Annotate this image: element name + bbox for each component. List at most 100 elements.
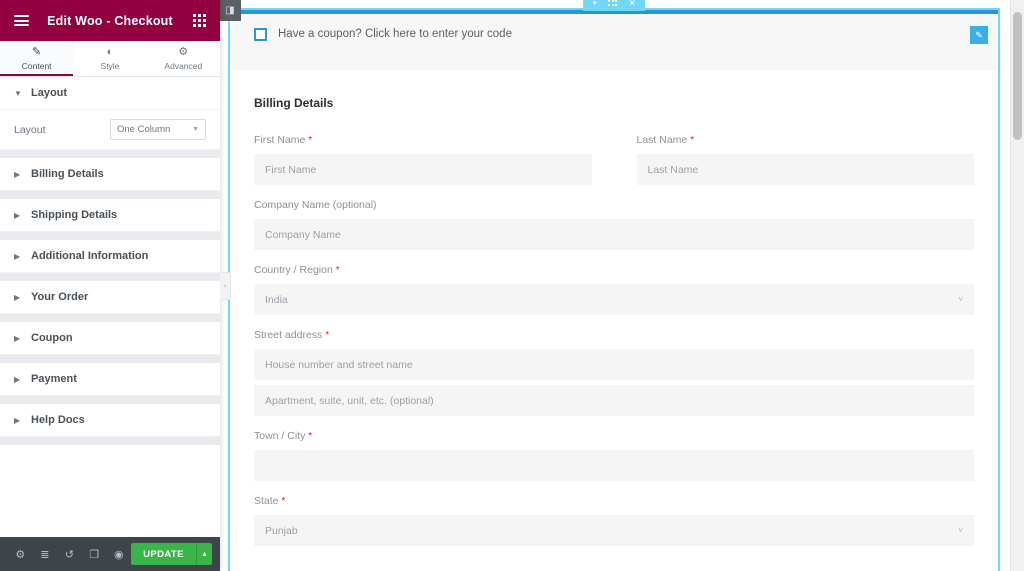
field-label-text: Country / Region bbox=[254, 264, 333, 276]
page-title: Billing Details bbox=[254, 96, 334, 110]
chevron-down-icon: ˅ bbox=[958, 526, 963, 535]
company-name-input[interactable]: Company Name bbox=[254, 219, 974, 250]
section-divider bbox=[0, 150, 220, 158]
town-city-input[interactable] bbox=[254, 450, 974, 481]
sidebar-item-billing-details[interactable]: ▶ Billing Details bbox=[0, 158, 220, 191]
sidebar-item-label: Shipping Details bbox=[31, 209, 118, 221]
settings-gear-icon[interactable]: ⚙ bbox=[8, 537, 33, 571]
country-region-select[interactable]: India ˅ bbox=[254, 284, 974, 315]
last-name-input[interactable]: Last Name bbox=[636, 154, 974, 185]
coupon-link[interactable]: Have a coupon? Click here to enter your … bbox=[278, 28, 512, 41]
panel-tabs: ✎ Content ◐ Style ⚙ Advanced bbox=[0, 41, 220, 77]
update-options-caret-icon[interactable]: ▲ bbox=[195, 543, 212, 565]
required-asterisk: * bbox=[335, 265, 340, 276]
required-asterisk: * bbox=[690, 135, 695, 146]
required-asterisk: * bbox=[308, 431, 313, 442]
section-divider bbox=[0, 273, 220, 281]
required-asterisk: * bbox=[281, 496, 286, 507]
apps-grid-button[interactable] bbox=[190, 12, 208, 30]
canvas-scrollbar[interactable] bbox=[1010, 0, 1024, 571]
field-town-city: Town / City * bbox=[254, 430, 974, 481]
panel-body: ▼ Layout Layout One Column ▼ ▶ Billing D… bbox=[0, 77, 220, 537]
chevron-down-icon: ˅ bbox=[958, 295, 963, 304]
section-divider bbox=[0, 355, 220, 363]
edit-widget-button[interactable]: ✎ bbox=[970, 26, 988, 44]
accordion-layout-label: Layout bbox=[31, 87, 68, 99]
sidebar-item-label: Your Order bbox=[31, 291, 89, 303]
sidebar-item-label: Help Docs bbox=[31, 414, 85, 426]
sidebar-item-coupon[interactable]: ▶ Coupon bbox=[0, 322, 220, 355]
sidebar-item-additional-information[interactable]: ▶ Additional Information bbox=[0, 240, 220, 273]
chevron-right-icon: ▶ bbox=[14, 415, 21, 425]
tab-style[interactable]: ◐ Style bbox=[73, 41, 146, 76]
chevron-down-icon: ▼ bbox=[14, 88, 22, 98]
chevron-right-icon: ▶ bbox=[14, 251, 21, 261]
sidebar-item-label: Additional Information bbox=[31, 250, 149, 262]
tab-content[interactable]: ✎ Content bbox=[0, 41, 74, 76]
field-label-text: Street address bbox=[254, 329, 323, 341]
accordion-layout[interactable]: ▼ Layout bbox=[0, 77, 220, 110]
hamburger-menu-icon[interactable] bbox=[12, 12, 30, 30]
responsive-mode-icon[interactable]: ❐ bbox=[82, 537, 107, 571]
field-label: Town / City * bbox=[254, 430, 974, 442]
history-icon[interactable]: ↺ bbox=[57, 537, 82, 571]
canvas-inner: ◨ + ✕ ✎ Have a coupon? Click here to ent… bbox=[220, 0, 1010, 571]
selected-section-frame[interactable]: ◨ + ✕ ✎ Have a coupon? Click here to ent… bbox=[220, 0, 1000, 571]
section-divider bbox=[0, 232, 220, 240]
field-label: Last Name * bbox=[637, 134, 975, 146]
preview-canvas: ◨ + ✕ ✎ Have a coupon? Click here to ent… bbox=[220, 0, 1024, 571]
contrast-icon: ◐ bbox=[106, 45, 114, 58]
drag-handle-icon[interactable] bbox=[608, 0, 618, 6]
section-divider bbox=[0, 396, 220, 404]
control-layout: Layout One Column ▼ bbox=[0, 110, 220, 150]
scrollbar-thumb[interactable] bbox=[1013, 12, 1022, 140]
chevron-right-icon: ▶ bbox=[14, 210, 21, 220]
street-address-line2-input[interactable]: Apartment, suite, unit, etc. (optional) bbox=[254, 385, 974, 416]
section-columns-icon[interactable]: ◨ bbox=[220, 0, 241, 21]
required-asterisk: * bbox=[308, 135, 313, 146]
field-label-text: State bbox=[254, 495, 279, 507]
required-asterisk: * bbox=[325, 330, 330, 341]
sidebar-item-payment[interactable]: ▶ Payment bbox=[0, 363, 220, 396]
chevron-right-icon: ▶ bbox=[14, 292, 21, 302]
state-select[interactable]: Punjab ˅ bbox=[254, 515, 974, 546]
sidebar-item-help-docs[interactable]: ▶ Help Docs bbox=[0, 404, 220, 437]
hamburger-icon bbox=[13, 13, 29, 29]
field-street-address: Street address * House number and street… bbox=[254, 329, 974, 416]
street-address-line1-input[interactable]: House number and street name bbox=[254, 349, 974, 380]
update-button[interactable]: UPDATE bbox=[131, 543, 196, 565]
field-label: Country / Region * bbox=[254, 264, 974, 276]
panel-header: Edit Woo - Checkout bbox=[0, 0, 220, 41]
pencil-icon: ✎ bbox=[32, 45, 42, 58]
chevron-right-icon: ▶ bbox=[14, 374, 21, 384]
preview-eye-icon[interactable]: ◉ bbox=[106, 537, 131, 571]
chevron-right-icon: ▶ bbox=[14, 333, 21, 343]
field-label: Street address * bbox=[254, 329, 974, 341]
panel-collapse-handle[interactable]: ‹ bbox=[220, 272, 231, 300]
editor-panel: Edit Woo - Checkout ✎ Content ◐ Style ⚙ … bbox=[0, 0, 220, 571]
close-icon[interactable]: ✕ bbox=[628, 0, 636, 8]
coupon-checkbox[interactable] bbox=[254, 28, 267, 41]
coupon-notice: Have a coupon? Click here to enter your … bbox=[232, 14, 996, 70]
first-name-input[interactable]: First Name bbox=[254, 154, 592, 185]
sidebar-item-label: Payment bbox=[31, 373, 77, 385]
sidebar-item-shipping-details[interactable]: ▶ Shipping Details bbox=[0, 199, 220, 232]
control-layout-label: Layout bbox=[14, 123, 46, 136]
grid-icon bbox=[192, 14, 206, 27]
layout-select[interactable]: One Column ▼ bbox=[110, 119, 206, 140]
field-first-name: First Name * First Name bbox=[254, 134, 592, 185]
tab-advanced[interactable]: ⚙ Advanced bbox=[147, 41, 220, 76]
sidebar-item-label: Coupon bbox=[31, 332, 73, 344]
tab-advanced-label: Advanced bbox=[164, 60, 203, 71]
field-last-name: Last Name * Last Name bbox=[636, 134, 975, 185]
sidebar-item-your-order[interactable]: ▶ Your Order bbox=[0, 281, 220, 314]
tab-style-label: Style bbox=[100, 60, 120, 71]
navigator-layers-icon[interactable]: ≣ bbox=[33, 537, 58, 571]
field-country-region: Country / Region * India ˅ bbox=[254, 264, 974, 315]
field-label: State * bbox=[254, 495, 974, 507]
field-company-name: Company Name (optional) Company Name bbox=[254, 199, 974, 250]
widget-toolbar: + ✕ bbox=[583, 0, 645, 11]
section-divider bbox=[0, 437, 220, 445]
add-widget-icon[interactable]: + bbox=[592, 0, 597, 8]
chevron-right-icon: ▶ bbox=[14, 169, 21, 179]
